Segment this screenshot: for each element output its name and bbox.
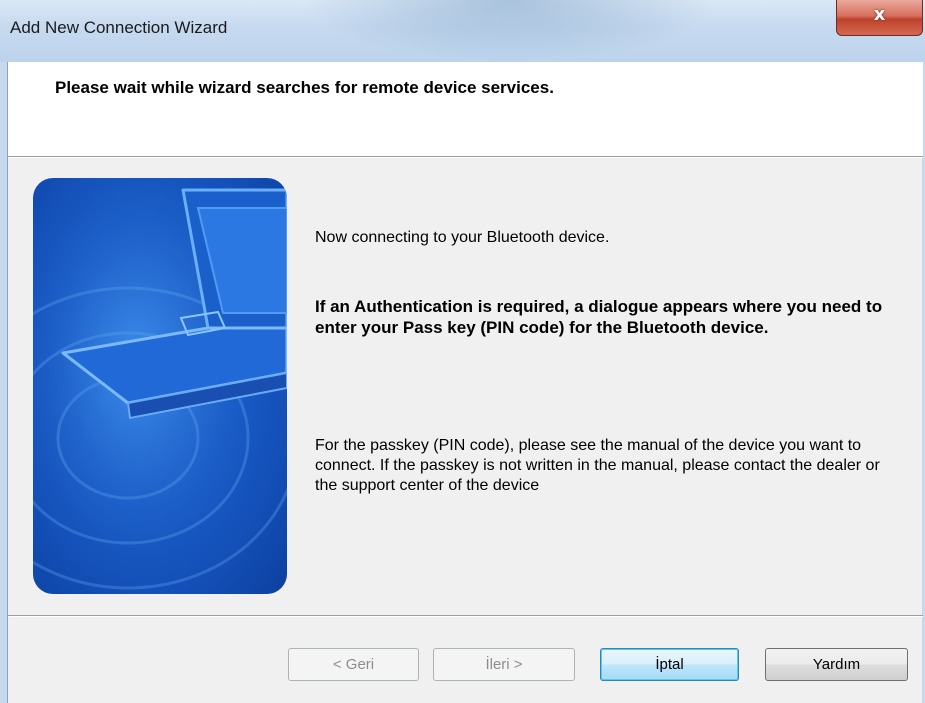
cancel-button[interactable]: İptal xyxy=(600,648,739,681)
footer-divider xyxy=(8,615,923,617)
close-icon: x xyxy=(873,4,886,25)
bluetooth-laptop-illustration xyxy=(33,178,287,594)
wizard-body: Please wait while wizard searches for re… xyxy=(7,62,923,703)
help-button[interactable]: Yardım xyxy=(765,648,908,681)
authentication-message: If an Authentication is required, a dial… xyxy=(315,297,883,337)
back-button[interactable]: < Geri xyxy=(288,648,419,681)
wizard-window: Add New Connection Wizard x Please wait … xyxy=(0,0,925,703)
window-frame-left xyxy=(0,62,7,703)
wizard-header-text: Please wait while wizard searches for re… xyxy=(55,78,554,97)
connecting-message: Now connecting to your Bluetooth device. xyxy=(315,229,610,246)
window-title: Add New Connection Wizard xyxy=(10,18,228,37)
passkey-help-message: For the passkey (PIN code), please see t… xyxy=(315,437,880,494)
title-bar[interactable]: Add New Connection Wizard x xyxy=(0,0,925,62)
laptop-icon xyxy=(33,178,287,594)
close-button[interactable]: x xyxy=(836,0,923,36)
next-button[interactable]: İleri > xyxy=(433,648,575,681)
wizard-header: Please wait while wizard searches for re… xyxy=(8,62,923,158)
